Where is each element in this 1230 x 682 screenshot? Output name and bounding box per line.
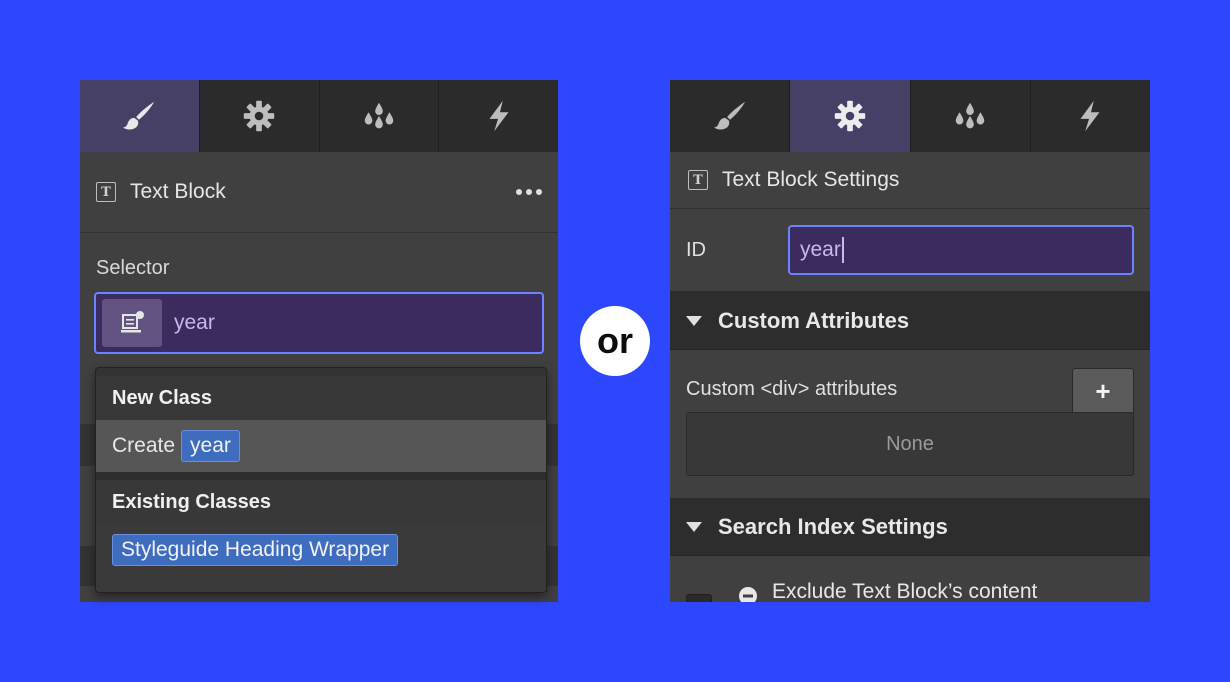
attributes-empty-state: None	[686, 412, 1134, 476]
collapse-triangle-icon	[686, 521, 702, 532]
selector-state-icon[interactable]	[102, 299, 162, 347]
exclude-label: Exclude Text Block’s content	[772, 580, 1038, 602]
tab-style[interactable]	[670, 80, 791, 152]
brush-icon	[713, 101, 745, 130]
text-block-icon: T	[688, 170, 708, 190]
settings-panel: T Text Block Settings ID year Custom Att…	[670, 80, 1150, 602]
lightning-icon	[489, 100, 509, 132]
custom-attributes-heading: Custom Attributes	[718, 307, 910, 333]
create-class-option[interactable]: Create year	[96, 420, 546, 472]
add-attribute-button[interactable]: +	[1072, 368, 1134, 414]
selector-value: year	[174, 311, 215, 334]
id-label: ID	[686, 238, 706, 261]
more-options-icon[interactable]	[516, 189, 542, 195]
custom-attributes-section[interactable]: Custom Attributes	[670, 292, 1150, 350]
exclude-row: Exclude Text Block’s content	[670, 556, 1150, 602]
class-dropdown: New Class Create year Existing Classes S…	[95, 367, 547, 593]
panel-tabbar	[670, 80, 1150, 152]
id-value: year	[800, 238, 841, 261]
custom-attributes-body: Custom <div> attributes + None	[670, 350, 1150, 498]
brush-icon	[123, 101, 155, 130]
collapse-triangle-icon	[686, 315, 702, 326]
search-index-heading: Search Index Settings	[718, 513, 948, 539]
id-input[interactable]: year	[788, 225, 1134, 275]
tab-interactions[interactable]	[439, 80, 558, 152]
new-class-heading: New Class	[96, 368, 546, 420]
settings-header: T Text Block Settings	[670, 152, 1150, 209]
selector-input[interactable]: year	[94, 292, 544, 354]
custom-attr-label: Custom <div> attributes	[686, 378, 898, 400]
tab-interactions[interactable]	[1030, 80, 1150, 152]
tab-settings[interactable]	[790, 80, 911, 152]
or-badge: or	[580, 306, 650, 376]
hidden-eye-icon	[739, 587, 757, 602]
element-title: Text Block	[130, 180, 226, 203]
gear-icon	[834, 100, 866, 132]
existing-class-chip: Styleguide Heading Wrapper	[112, 534, 399, 566]
existing-classes-heading: Existing Classes	[96, 472, 546, 524]
id-row: ID year	[670, 209, 1150, 292]
tab-settings[interactable]	[199, 80, 320, 152]
drops-icon	[955, 102, 985, 129]
text-caret	[841, 237, 844, 263]
text-block-icon: T	[96, 182, 116, 202]
drops-icon	[364, 102, 394, 129]
lightning-icon	[1080, 100, 1100, 132]
tab-style[interactable]	[80, 80, 200, 152]
tab-style-manager[interactable]	[319, 80, 440, 152]
existing-class-option[interactable]: Styleguide Heading Wrapper	[96, 524, 546, 576]
settings-title: Text Block Settings	[722, 168, 900, 191]
element-header: T Text Block	[80, 152, 558, 233]
element-state-icon	[121, 311, 144, 333]
create-class-chip: year	[181, 430, 240, 462]
exclude-checkbox[interactable]	[686, 594, 712, 602]
gear-icon	[243, 100, 275, 132]
panel-tabbar	[80, 80, 558, 152]
create-label: Create	[112, 434, 176, 457]
tab-style-manager[interactable]	[910, 80, 1031, 152]
search-index-section[interactable]: Search Index Settings	[670, 498, 1150, 556]
selector-label: Selector	[96, 257, 170, 279]
